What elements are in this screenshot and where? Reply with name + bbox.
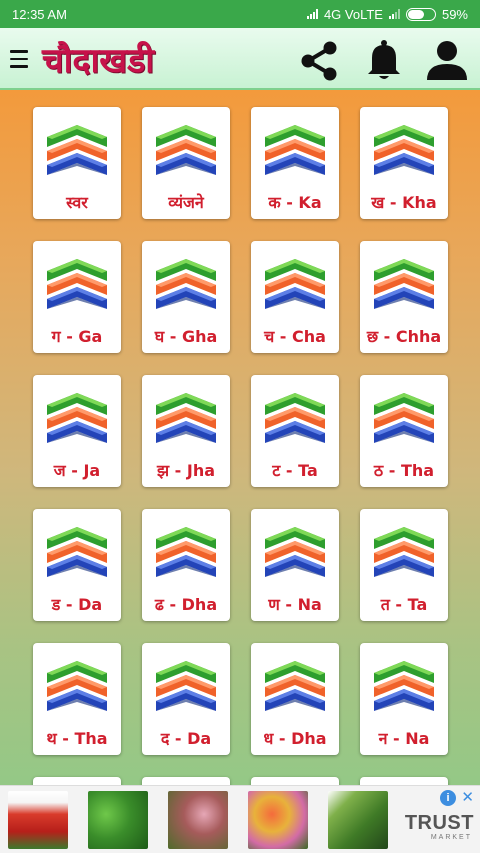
letter-card-partial[interactable] [360, 777, 448, 785]
ad-brand: TRUST [404, 812, 474, 834]
app-bar: चौदाखडी [0, 28, 480, 90]
letter-card[interactable]: ठ - Tha [360, 375, 448, 487]
letter-card[interactable]: झ - Jha [142, 375, 230, 487]
chevron-stack-icon [374, 393, 434, 443]
chevron-stack-icon [374, 259, 434, 309]
chevron-stack-icon [265, 527, 325, 577]
ad-image-flowers-mixed[interactable] [248, 791, 308, 849]
letter-card[interactable]: स्वर [33, 107, 121, 219]
letter-card-label: च - Cha [264, 327, 326, 346]
letter-card[interactable]: न - Na [360, 643, 448, 755]
chevron-stack-icon [265, 661, 325, 711]
letter-card-label: ढ - Dha [154, 595, 218, 614]
letter-card-partial[interactable] [33, 777, 121, 785]
letter-card[interactable]: क - Ka [251, 107, 339, 219]
letter-card-label: ट - Ta [272, 461, 318, 480]
letter-card[interactable]: च - Cha [251, 241, 339, 353]
status-time: 12:35 AM [12, 6, 67, 22]
letter-card-partial[interactable] [142, 777, 230, 785]
battery-percent: 59% [441, 6, 468, 22]
chevron-stack-icon [47, 125, 107, 175]
letter-card[interactable]: घ - Gha [142, 241, 230, 353]
chevron-stack-icon [47, 393, 107, 443]
letter-card-partial[interactable] [251, 777, 339, 785]
battery-icon [405, 7, 436, 21]
signal-icon [306, 9, 318, 19]
letter-grid-area: स्वर व्यंजने क - Ka ख - Kha ग - Ga घ - G… [0, 90, 480, 785]
letter-card[interactable]: ण - Na [251, 509, 339, 621]
letter-card[interactable]: छ - Chha [360, 241, 448, 353]
chevron-stack-icon [156, 259, 216, 309]
letter-card-label: द - Da [160, 729, 212, 748]
ad-image-flowers-pink[interactable] [168, 791, 228, 849]
ad-image-turf[interactable] [328, 791, 388, 849]
letter-card-label: क - Ka [268, 193, 322, 212]
letter-card-label: घ - Gha [154, 327, 218, 346]
ad-banner[interactable]: i ✕ TRUST MARKET [0, 785, 480, 853]
letter-card-label: ज - Ja [53, 461, 101, 480]
status-bar: 12:35 AM 4G VoLTE 59% [0, 0, 480, 28]
letter-card[interactable]: व्यंजने [142, 107, 230, 219]
chevron-stack-icon [265, 393, 325, 443]
network-label: 4G VoLTE [323, 6, 383, 22]
letter-card[interactable]: ख - Kha [360, 107, 448, 219]
letter-card-label: थ - Tha [46, 729, 108, 748]
letter-card-label: छ - Chha [366, 327, 442, 346]
chevron-stack-icon [156, 393, 216, 443]
chevron-stack-icon [265, 259, 325, 309]
chevron-stack-icon [156, 125, 216, 175]
letter-card-label: न - Na [378, 729, 430, 748]
app-title: चौदाखडी [42, 41, 155, 81]
chevron-stack-icon [156, 661, 216, 711]
letter-card-label: स्वर [66, 193, 88, 212]
letter-card[interactable]: ट - Ta [251, 375, 339, 487]
letter-card-label: ण - Na [268, 595, 322, 614]
chevron-stack-icon [374, 527, 434, 577]
letter-card-label: ध - Dha [263, 729, 327, 748]
letter-card[interactable]: ग - Ga [33, 241, 121, 353]
letter-card-label: ख - Kha [371, 193, 437, 212]
letter-card-label: व्यंजने [168, 193, 204, 212]
letter-card[interactable]: थ - Tha [33, 643, 121, 755]
signal-icon-2 [388, 9, 400, 19]
letter-card-label: त - Ta [380, 595, 428, 614]
letter-card[interactable]: द - Da [142, 643, 230, 755]
chevron-stack-icon [47, 527, 107, 577]
ad-image-flowers-red[interactable] [8, 791, 68, 849]
chevron-stack-icon [156, 527, 216, 577]
chevron-stack-icon [47, 661, 107, 711]
letter-card-label: ड - Da [51, 595, 103, 614]
share-icon[interactable] [296, 38, 342, 84]
letter-card[interactable]: त - Ta [360, 509, 448, 621]
letter-card-label: ग - Ga [51, 327, 103, 346]
letter-card-label: ठ - Tha [373, 461, 435, 480]
letter-card[interactable]: ध - Dha [251, 643, 339, 755]
letter-card[interactable]: ढ - Dha [142, 509, 230, 621]
ad-info-icon[interactable]: i [440, 790, 456, 806]
letter-card[interactable]: ड - Da [33, 509, 121, 621]
menu-icon[interactable] [10, 50, 28, 68]
chevron-stack-icon [374, 661, 434, 711]
letter-card[interactable]: ज - Ja [33, 375, 121, 487]
ad-image-shrub[interactable] [88, 791, 148, 849]
ad-close-icon[interactable]: ✕ [461, 788, 474, 806]
bell-icon[interactable] [364, 38, 404, 82]
chevron-stack-icon [265, 125, 325, 175]
chevron-stack-icon [47, 259, 107, 309]
chevron-stack-icon [374, 125, 434, 175]
ad-brand-sub: MARKET [430, 834, 472, 841]
letter-card-label: झ - Jha [156, 461, 216, 480]
user-icon[interactable] [425, 38, 469, 82]
